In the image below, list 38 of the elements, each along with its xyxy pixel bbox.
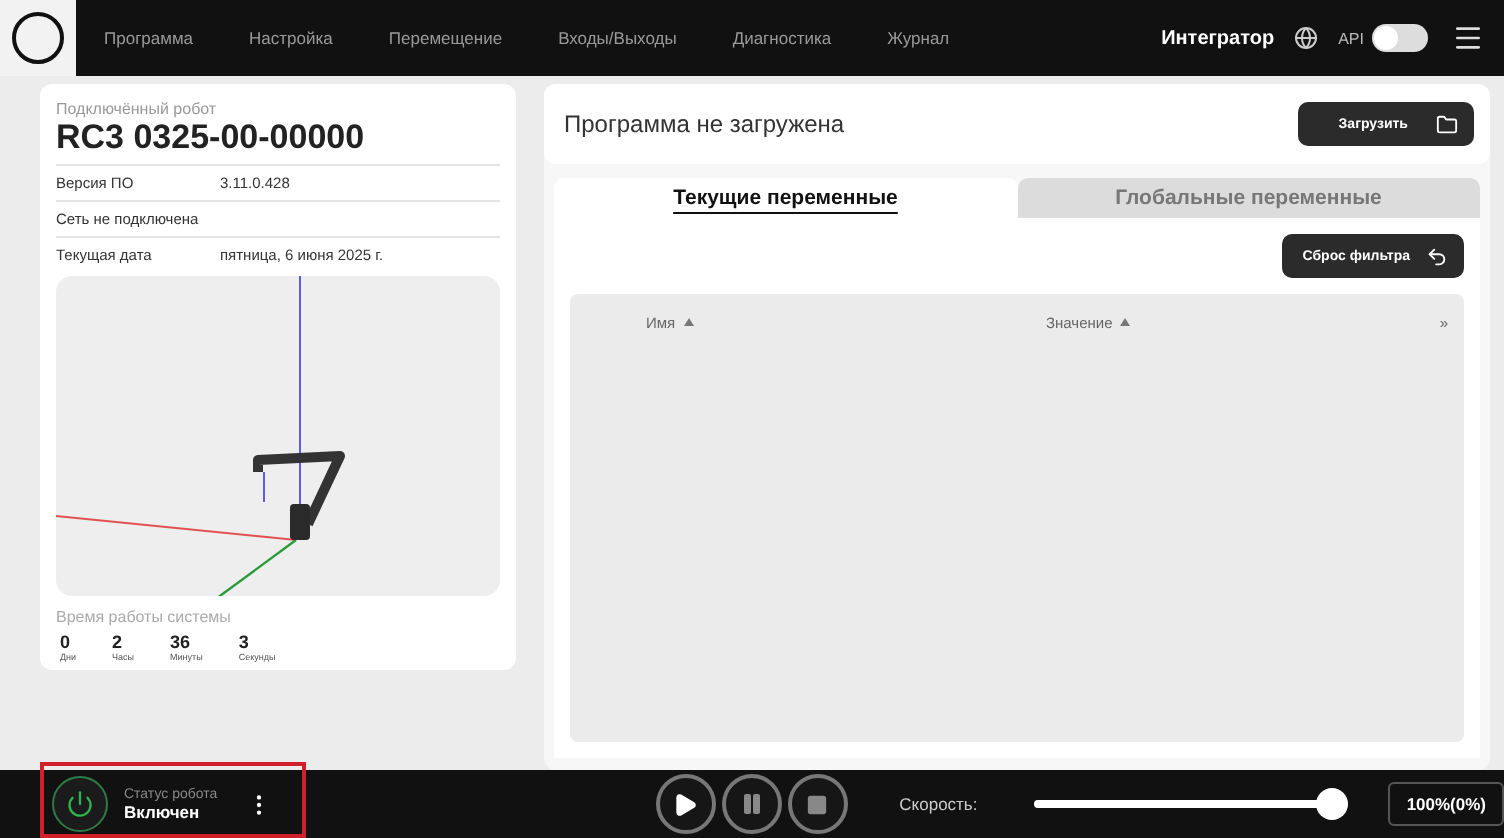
pause-icon (739, 792, 764, 816)
program-status: Программа не загружена (564, 110, 845, 138)
uptime-value: 3 (238, 632, 251, 652)
robot-name: RC3 0325-00-00000 (56, 118, 367, 158)
sort-arrow-icon[interactable] (1120, 318, 1131, 326)
play-icon (672, 791, 699, 817)
nav-link[interactable]: Перемещение (388, 28, 503, 48)
play-button[interactable] (655, 774, 716, 834)
api-label: API (1338, 29, 1364, 47)
logo-icon[interactable] (12, 12, 64, 64)
variables-tab[interactable]: Текущие переменные (554, 178, 1017, 218)
uptime-value: 2 (112, 632, 125, 652)
folder-icon (1436, 113, 1458, 135)
nav-link[interactable]: Диагностика (732, 28, 832, 48)
stop-button[interactable] (787, 774, 848, 834)
power-icon (66, 790, 94, 818)
speed-reading: 100%(0%) (1388, 782, 1504, 826)
uptime-value: 36 (170, 632, 193, 652)
nav-link[interactable]: Программа (104, 28, 194, 48)
status-value: Включен (124, 801, 202, 821)
uptime-title: Время работы системы (56, 608, 233, 626)
sort-arrow-icon[interactable] (683, 318, 694, 326)
robot-arm-drawing (253, 451, 345, 540)
uptime-value: 0 (60, 632, 73, 652)
robot-caption: Подключённый робот (56, 100, 219, 118)
speed-slider[interactable] (1033, 788, 1349, 820)
pause-button[interactable] (721, 774, 782, 834)
nav-link[interactable]: Настройка (249, 28, 333, 48)
api-toggle[interactable] (1372, 24, 1428, 52)
user-role: Интегратор (1161, 27, 1275, 49)
nav-link[interactable]: Входы/Выходы (558, 28, 677, 48)
nav-link[interactable]: Журнал (887, 28, 950, 48)
power-button[interactable] (52, 776, 108, 832)
globe-icon[interactable] (1294, 26, 1319, 50)
stop-icon (806, 793, 829, 815)
speed-label: Скорость: (899, 794, 978, 814)
menu-icon[interactable] (1452, 22, 1484, 54)
undo-icon (1426, 245, 1448, 267)
